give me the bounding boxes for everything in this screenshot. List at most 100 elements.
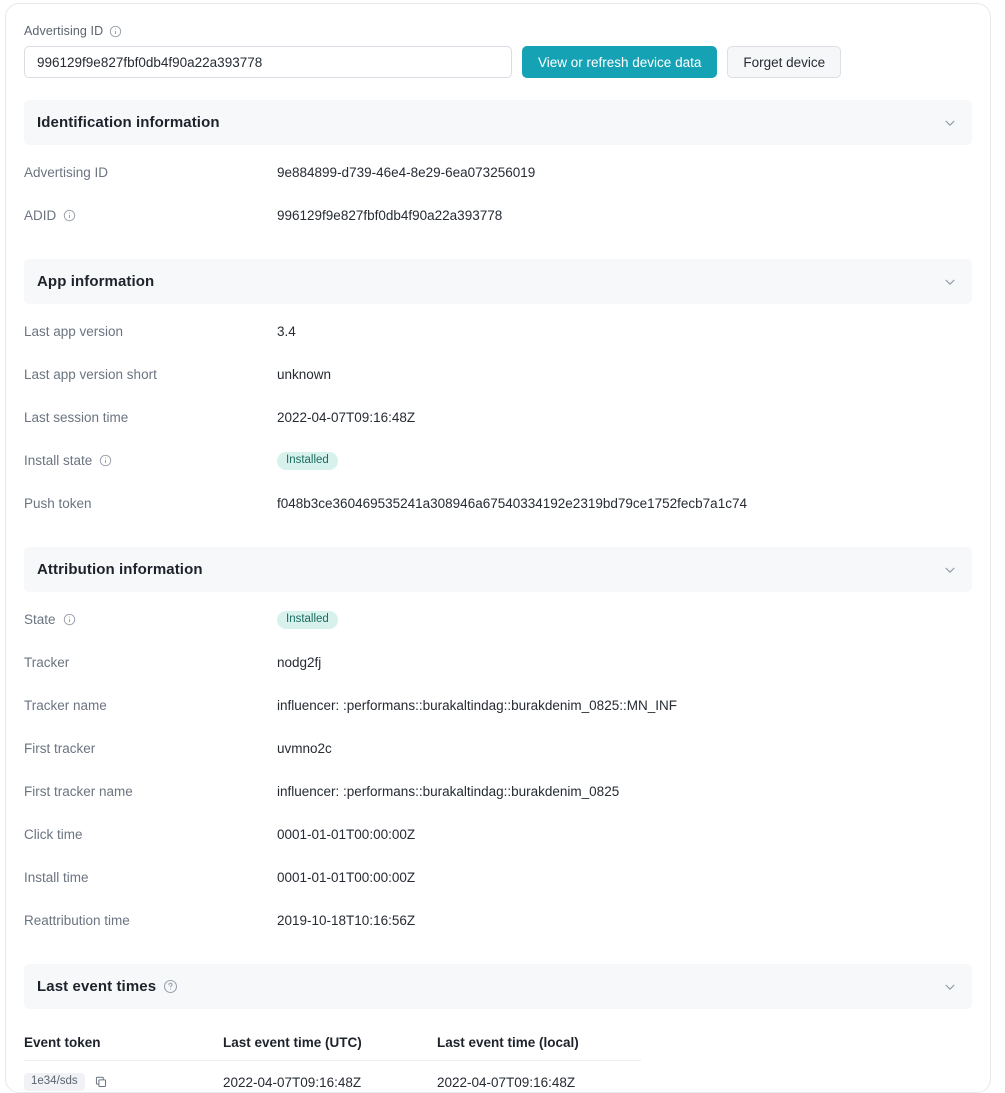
row-key-label: Last app version bbox=[24, 324, 124, 339]
section-title: App information bbox=[37, 273, 155, 290]
advertising-id-label-row: Advertising ID bbox=[24, 24, 972, 38]
event-utc-cell: 2022-04-07T09:16:48Z bbox=[223, 1074, 362, 1090]
advertising-id-input[interactable] bbox=[24, 46, 512, 78]
row-value: uvmno2c bbox=[277, 741, 332, 756]
attribution-rows: State Installed Tracker nodg2fj Tracker … bbox=[6, 592, 990, 942]
device-details-card: Advertising ID View or refresh device da… bbox=[5, 3, 991, 1093]
row-key: Click time bbox=[24, 827, 277, 842]
row-key-label: ADID bbox=[24, 208, 57, 223]
column-header-event-token: Event token bbox=[24, 1035, 101, 1050]
row-value: 0001-01-01T00:00:00Z bbox=[277, 827, 416, 842]
column-header-last-event-time-local: Last event time (local) bbox=[437, 1035, 579, 1050]
row-key-label: Tracker bbox=[24, 655, 70, 670]
column-header-last-event-time-utc: Last event time (UTC) bbox=[223, 1035, 362, 1050]
info-icon[interactable] bbox=[109, 25, 122, 38]
section-header-attribution-information[interactable]: Attribution information bbox=[24, 547, 972, 592]
row-key: ADID bbox=[24, 208, 277, 223]
table-row: Install time 0001-01-01T00:00:00Z bbox=[6, 856, 990, 899]
row-key: Tracker bbox=[24, 655, 277, 670]
section-title: Last event times bbox=[37, 978, 157, 995]
section-title: Attribution information bbox=[37, 561, 203, 578]
help-circle-icon[interactable] bbox=[163, 979, 178, 994]
row-value: influencer: :performans::burakaltindag::… bbox=[277, 698, 677, 713]
row-key-label: Push token bbox=[24, 496, 92, 511]
table-row: Tracker nodg2fj bbox=[6, 641, 990, 684]
advertising-id-search-area: Advertising ID View or refresh device da… bbox=[6, 4, 990, 78]
event-token-chip: 1e34/sds bbox=[24, 1072, 85, 1092]
info-icon[interactable] bbox=[63, 209, 76, 222]
row-key: Last app version short bbox=[24, 367, 277, 382]
table-header-row: Event token Last event time (UTC) Last e… bbox=[24, 1025, 641, 1061]
row-value: f048b3ce360469535241a308946a67540334192e… bbox=[277, 496, 747, 511]
section-header-last-event-times[interactable]: Last event times bbox=[24, 964, 972, 1009]
row-key-label: First tracker bbox=[24, 741, 96, 756]
event-token-cell: 1e34/sds bbox=[24, 1072, 223, 1092]
last-event-times-table: Event token Last event time (UTC) Last e… bbox=[6, 1009, 990, 1092]
table-row: Tracker name influencer: :performans::bu… bbox=[6, 684, 990, 727]
row-value: 2019-10-18T10:16:56Z bbox=[277, 913, 416, 928]
event-local-cell: 2022-04-07T09:16:48Z bbox=[437, 1074, 576, 1090]
chevron-down-icon[interactable] bbox=[942, 115, 958, 131]
section-header-app-information[interactable]: App information bbox=[24, 259, 972, 304]
row-key-label: Last app version short bbox=[24, 367, 157, 382]
table-row: 1e34/sds 2022-04-07T09:16:48Z 2022-04-07… bbox=[24, 1061, 641, 1092]
section-last-event-times: Last event times Event token Last event … bbox=[6, 964, 990, 1092]
row-key: Last app version bbox=[24, 324, 277, 339]
table-row: Reattribution time 2019-10-18T10:16:56Z bbox=[6, 899, 990, 942]
row-value: influencer: :performans::burakaltindag::… bbox=[277, 784, 620, 799]
row-key-label: Advertising ID bbox=[24, 165, 109, 180]
info-icon[interactable] bbox=[99, 454, 112, 467]
row-value: 996129f9e827fbf0db4f90a22a393778 bbox=[277, 208, 503, 223]
row-key-label: Click time bbox=[24, 827, 83, 842]
table-row: Click time 0001-01-01T00:00:00Z bbox=[6, 813, 990, 856]
table-row: Advertising ID 9e884899-d739-46e4-8e29-6… bbox=[6, 151, 990, 194]
row-key-label: Tracker name bbox=[24, 698, 107, 713]
info-icon[interactable] bbox=[63, 613, 76, 626]
table-row: Last session time 2022-04-07T09:16:48Z bbox=[6, 396, 990, 439]
section-identification-information: Identification information Advertising I… bbox=[6, 100, 990, 237]
row-key: Push token bbox=[24, 496, 277, 511]
advertising-id-label: Advertising ID bbox=[24, 24, 104, 38]
status-badge: Installed bbox=[277, 451, 338, 471]
app-information-rows: Last app version 3.4 Last app version sh… bbox=[6, 304, 990, 525]
section-attribution-information: Attribution information State Installed … bbox=[6, 547, 990, 942]
row-key-label: Last session time bbox=[24, 410, 129, 425]
row-value: nodg2fj bbox=[277, 655, 322, 670]
table-row: First tracker uvmno2c bbox=[6, 727, 990, 770]
row-key: First tracker bbox=[24, 741, 277, 756]
row-key: Install time bbox=[24, 870, 277, 885]
row-key-label: Install time bbox=[24, 870, 89, 885]
row-value: Installed bbox=[277, 451, 338, 471]
row-key-label: State bbox=[24, 612, 56, 627]
row-key: Install state bbox=[24, 453, 277, 468]
copy-icon[interactable] bbox=[94, 1075, 108, 1089]
chevron-down-icon[interactable] bbox=[942, 274, 958, 290]
status-badge: Installed bbox=[277, 610, 338, 630]
section-title: Identification information bbox=[37, 114, 220, 131]
row-value: 9e884899-d739-46e4-8e29-6ea073256019 bbox=[277, 165, 536, 180]
row-value: 0001-01-01T00:00:00Z bbox=[277, 870, 416, 885]
row-key-label: First tracker name bbox=[24, 784, 133, 799]
row-key: Reattribution time bbox=[24, 913, 277, 928]
section-header-identification-information[interactable]: Identification information bbox=[24, 100, 972, 145]
row-key-label: Install state bbox=[24, 453, 93, 468]
table-row: Install state Installed bbox=[6, 439, 990, 482]
table-row: First tracker name influencer: :performa… bbox=[6, 770, 990, 813]
identification-rows: Advertising ID 9e884899-d739-46e4-8e29-6… bbox=[6, 145, 990, 237]
table-row: State Installed bbox=[6, 598, 990, 641]
search-controls-row: View or refresh device data Forget devic… bbox=[24, 46, 972, 78]
table-row: Last app version 3.4 bbox=[6, 310, 990, 353]
table-row: Last app version short unknown bbox=[6, 353, 990, 396]
chevron-down-icon[interactable] bbox=[942, 562, 958, 578]
row-key: First tracker name bbox=[24, 784, 277, 799]
row-key-label: Reattribution time bbox=[24, 913, 130, 928]
chevron-down-icon[interactable] bbox=[942, 979, 958, 995]
row-key: Tracker name bbox=[24, 698, 277, 713]
section-app-information: App information Last app version 3.4 Las… bbox=[6, 259, 990, 525]
row-key: Last session time bbox=[24, 410, 277, 425]
row-value: Installed bbox=[277, 610, 338, 630]
row-key: Advertising ID bbox=[24, 165, 277, 180]
forget-device-button[interactable]: Forget device bbox=[727, 46, 842, 78]
row-value: 3.4 bbox=[277, 324, 296, 339]
view-or-refresh-device-data-button[interactable]: View or refresh device data bbox=[522, 46, 718, 78]
